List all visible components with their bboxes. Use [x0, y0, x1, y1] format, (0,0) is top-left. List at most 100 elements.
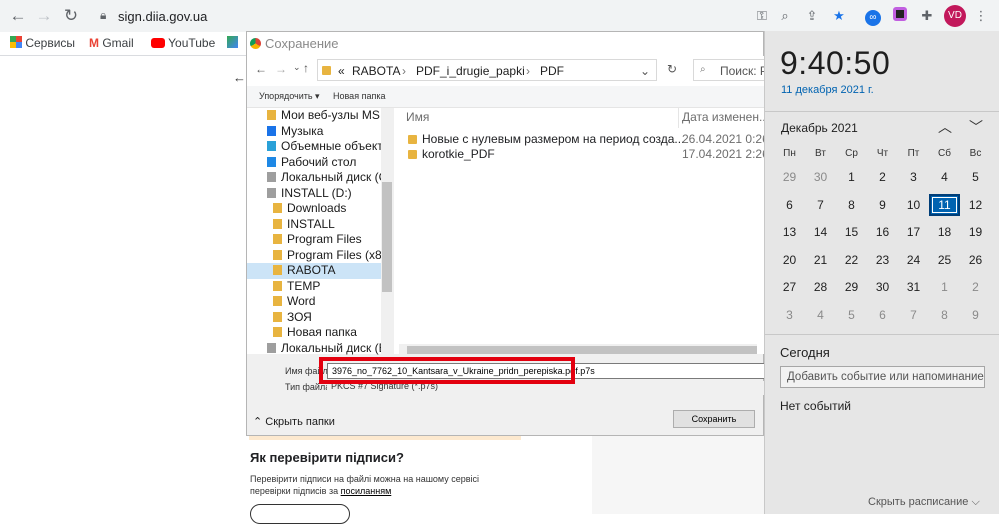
calendar-day[interactable]: 20 [774, 249, 805, 271]
calendar-day[interactable]: 30 [867, 276, 898, 298]
clock-date[interactable]: 11 декабря 2021 г. [781, 84, 874, 96]
file-list-scrollbar-thumb[interactable] [407, 346, 757, 354]
tree-item[interactable]: Program Files (x86 [247, 248, 381, 264]
calendar-day[interactable]: 4 [929, 166, 960, 188]
save-button[interactable]: Сохранить [673, 410, 755, 428]
hide-folders-button[interactable]: ⌃ Скрыть папки [253, 415, 335, 428]
dialog-back-icon[interactable]: ← [255, 62, 267, 76]
page-link[interactable]: посиланням [341, 486, 392, 496]
calendar-day[interactable]: 29 [836, 276, 867, 298]
page-back-icon[interactable]: ← [233, 70, 246, 85]
dialog-search-input[interactable]: ⌕ Поиск: P [693, 59, 773, 81]
calendar-day[interactable]: 17 [898, 221, 929, 243]
column-header-modified[interactable]: Дата изменен... [682, 110, 769, 124]
hide-schedule-button[interactable]: Скрыть расписание ⌵ [868, 496, 980, 509]
tree-item[interactable]: Мои веб-узлы MSI [247, 108, 381, 124]
calendar-day[interactable]: 15 [836, 221, 867, 243]
calendar-day[interactable]: 31 [898, 276, 929, 298]
dialog-forward-icon[interactable]: → [275, 62, 287, 76]
tree-item[interactable]: Downloads [247, 201, 381, 217]
calendar-day[interactable]: 24 [898, 249, 929, 271]
key-icon[interactable]: ⚿ [753, 7, 771, 25]
calendar-day[interactable]: 22 [836, 249, 867, 271]
tree-item[interactable]: RABOTA [247, 263, 381, 279]
calendar-day[interactable]: 9 [867, 194, 898, 216]
recent-dropdown-icon[interactable]: ⌄ [293, 62, 301, 73]
menu-kebab-icon[interactable]: ⋮ [972, 7, 990, 25]
calendar-day[interactable]: 9 [960, 304, 991, 326]
up-folder-icon[interactable]: ↑ [303, 61, 309, 75]
calendar-day[interactable]: 2 [960, 276, 991, 298]
extension-infinity-icon[interactable]: ∞ [864, 7, 882, 26]
tree-item[interactable]: TEMP [247, 279, 381, 295]
calendar-day[interactable]: 29 [774, 166, 805, 188]
calendar-day[interactable]: 8 [929, 304, 960, 326]
share-icon[interactable]: ⇪ [803, 7, 821, 25]
breadcrumb-pdf[interactable]: PDF [540, 64, 564, 78]
tree-item[interactable]: ЗОЯ [247, 310, 381, 326]
breadcrumb-rabota[interactable]: RABOTA [352, 64, 400, 78]
tree-item[interactable]: Музыка [247, 124, 381, 140]
add-event-input[interactable]: Добавить событие или напоминание [780, 366, 985, 388]
calendar-day[interactable]: 25 [929, 249, 960, 271]
calendar-day[interactable]: 3 [774, 304, 805, 326]
column-separator[interactable] [678, 108, 679, 128]
tree-item[interactable]: Word [247, 294, 381, 310]
calendar-day[interactable]: 8 [836, 194, 867, 216]
calendar-day[interactable]: 6 [774, 194, 805, 216]
extensions-puzzle-icon[interactable]: ✚ [918, 7, 936, 25]
new-folder-button[interactable]: Новая папка [333, 91, 385, 101]
calendar-day[interactable]: 18 [929, 221, 960, 243]
bookmark-services[interactable]: Сервисы [10, 36, 75, 50]
next-month-icon[interactable]: ﹀ [969, 117, 983, 137]
calendar-day[interactable]: 6 [867, 304, 898, 326]
calendar-day[interactable]: 30 [805, 166, 836, 188]
tree-scrollbar-thumb[interactable] [382, 182, 392, 292]
tree-item[interactable]: INSTALL [247, 217, 381, 233]
calendar-day[interactable]: 1 [836, 166, 867, 188]
bookmark-gmail[interactable]: M Gmail [89, 36, 134, 50]
breadcrumb-overflow[interactable]: « [338, 64, 345, 78]
prev-month-icon[interactable]: ︿ [938, 117, 952, 137]
calendar-day[interactable]: 4 [805, 304, 836, 326]
tree-item[interactable]: INSTALL (D:) [247, 186, 381, 202]
organize-button[interactable]: Упорядочить ▾ [259, 91, 320, 102]
reload-icon[interactable]: ↻ [61, 6, 81, 26]
back-arrow-icon[interactable]: ← [8, 6, 28, 26]
zoom-icon[interactable]: ⌕ [776, 7, 794, 25]
bookmark-youtube[interactable]: YouTube [151, 36, 215, 50]
calendar-day[interactable]: 16 [867, 221, 898, 243]
calendar-day[interactable]: 19 [960, 221, 991, 243]
tree-item[interactable]: Локальный диск (E [247, 341, 381, 357]
tree-item[interactable]: Объемные объект [247, 139, 381, 155]
calendar-day[interactable]: 26 [960, 249, 991, 271]
maps-icon[interactable] [227, 36, 238, 50]
extension-color-icon[interactable] [891, 7, 909, 25]
calendar-day[interactable]: 1 [929, 276, 960, 298]
calendar-day[interactable]: 10 [898, 194, 929, 216]
path-bar[interactable]: « RABOTA › PDF_i_drugie_papki › PDF ⌄ [317, 59, 657, 81]
calendar-day[interactable]: 23 [867, 249, 898, 271]
calendar-day[interactable]: 27 [774, 276, 805, 298]
column-header-name[interactable]: Имя [406, 110, 429, 124]
tree-item[interactable]: Program Files [247, 232, 381, 248]
chevron-down-icon[interactable]: ⌄ [640, 64, 650, 78]
calendar-day[interactable]: 28 [805, 276, 836, 298]
tree-item[interactable]: Новая папка [247, 325, 381, 341]
calendar-day[interactable]: 5 [960, 166, 991, 188]
page-button[interactable] [250, 504, 350, 524]
address-bar[interactable]: 🔒︎ sign.diia.gov.ua [90, 3, 860, 29]
calendar-day[interactable]: 7 [805, 194, 836, 216]
calendar-day[interactable]: 7 [898, 304, 929, 326]
tree-item[interactable]: Рабочий стол [247, 155, 381, 171]
calendar-day[interactable]: 2 [867, 166, 898, 188]
avatar[interactable]: VD [944, 5, 966, 27]
star-icon[interactable]: ★ [830, 7, 848, 25]
forward-arrow-icon[interactable]: → [34, 6, 54, 26]
calendar-day[interactable]: 21 [805, 249, 836, 271]
calendar-day-today[interactable]: 11 [929, 193, 960, 216]
calendar-day[interactable]: 3 [898, 166, 929, 188]
calendar-day[interactable]: 14 [805, 221, 836, 243]
calendar-day[interactable]: 5 [836, 304, 867, 326]
calendar-day[interactable]: 12 [960, 194, 991, 216]
